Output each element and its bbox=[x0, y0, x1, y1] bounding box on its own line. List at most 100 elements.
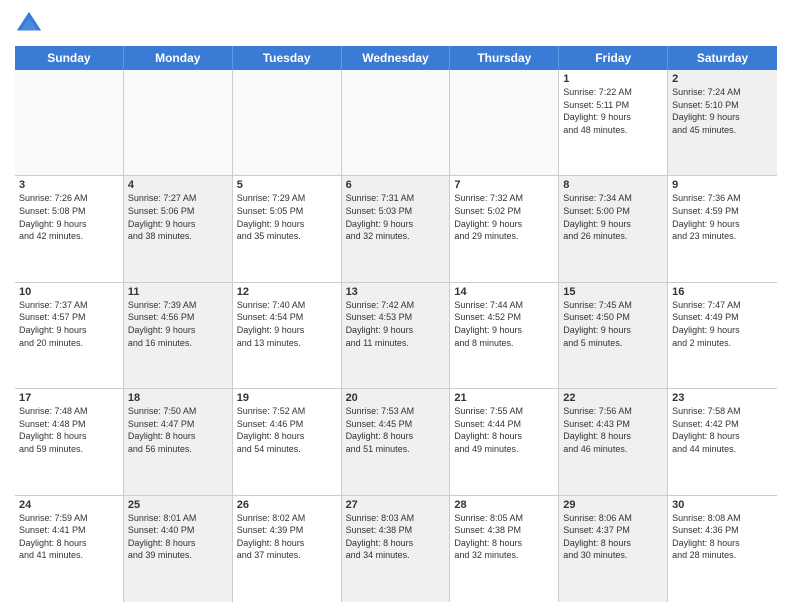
cal-cell-1-1: 4Sunrise: 7:27 AM Sunset: 5:06 PM Daylig… bbox=[124, 176, 233, 281]
day-number: 13 bbox=[346, 286, 446, 298]
day-info: Sunrise: 7:42 AM Sunset: 4:53 PM Dayligh… bbox=[346, 299, 446, 349]
day-info: Sunrise: 7:45 AM Sunset: 4:50 PM Dayligh… bbox=[563, 299, 663, 349]
header-day-tuesday: Tuesday bbox=[233, 46, 342, 70]
day-number: 10 bbox=[19, 286, 119, 298]
day-info: Sunrise: 7:27 AM Sunset: 5:06 PM Dayligh… bbox=[128, 192, 228, 242]
cal-cell-0-2 bbox=[233, 70, 342, 175]
cal-cell-4-1: 25Sunrise: 8:01 AM Sunset: 4:40 PM Dayli… bbox=[124, 496, 233, 602]
day-info: Sunrise: 7:47 AM Sunset: 4:49 PM Dayligh… bbox=[672, 299, 773, 349]
day-info: Sunrise: 7:32 AM Sunset: 5:02 PM Dayligh… bbox=[454, 192, 554, 242]
day-info: Sunrise: 8:03 AM Sunset: 4:38 PM Dayligh… bbox=[346, 512, 446, 562]
cal-cell-3-3: 20Sunrise: 7:53 AM Sunset: 4:45 PM Dayli… bbox=[342, 389, 451, 494]
cal-cell-2-6: 16Sunrise: 7:47 AM Sunset: 4:49 PM Dayli… bbox=[668, 283, 777, 388]
day-info: Sunrise: 7:24 AM Sunset: 5:10 PM Dayligh… bbox=[672, 86, 773, 136]
day-number: 22 bbox=[563, 392, 663, 404]
day-number: 27 bbox=[346, 499, 446, 511]
day-number: 19 bbox=[237, 392, 337, 404]
day-number: 14 bbox=[454, 286, 554, 298]
calendar-body: 1Sunrise: 7:22 AM Sunset: 5:11 PM Daylig… bbox=[15, 70, 777, 602]
cal-cell-0-6: 2Sunrise: 7:24 AM Sunset: 5:10 PM Daylig… bbox=[668, 70, 777, 175]
logo bbox=[15, 10, 47, 38]
day-number: 18 bbox=[128, 392, 228, 404]
day-number: 24 bbox=[19, 499, 119, 511]
day-number: 17 bbox=[19, 392, 119, 404]
cal-cell-1-3: 6Sunrise: 7:31 AM Sunset: 5:03 PM Daylig… bbox=[342, 176, 451, 281]
day-number: 12 bbox=[237, 286, 337, 298]
day-info: Sunrise: 7:52 AM Sunset: 4:46 PM Dayligh… bbox=[237, 405, 337, 455]
week-row-3: 17Sunrise: 7:48 AM Sunset: 4:48 PM Dayli… bbox=[15, 389, 777, 495]
cal-cell-0-3 bbox=[342, 70, 451, 175]
cal-cell-1-4: 7Sunrise: 7:32 AM Sunset: 5:02 PM Daylig… bbox=[450, 176, 559, 281]
day-number: 26 bbox=[237, 499, 337, 511]
day-info: Sunrise: 8:06 AM Sunset: 4:37 PM Dayligh… bbox=[563, 512, 663, 562]
week-row-0: 1Sunrise: 7:22 AM Sunset: 5:11 PM Daylig… bbox=[15, 70, 777, 176]
cal-cell-4-2: 26Sunrise: 8:02 AM Sunset: 4:39 PM Dayli… bbox=[233, 496, 342, 602]
day-number: 9 bbox=[672, 179, 773, 191]
cal-cell-3-5: 22Sunrise: 7:56 AM Sunset: 4:43 PM Dayli… bbox=[559, 389, 668, 494]
day-number: 28 bbox=[454, 499, 554, 511]
header-day-sunday: Sunday bbox=[15, 46, 124, 70]
day-number: 21 bbox=[454, 392, 554, 404]
header-day-wednesday: Wednesday bbox=[342, 46, 451, 70]
cal-cell-1-5: 8Sunrise: 7:34 AM Sunset: 5:00 PM Daylig… bbox=[559, 176, 668, 281]
day-number: 16 bbox=[672, 286, 773, 298]
day-number: 8 bbox=[563, 179, 663, 191]
day-info: Sunrise: 7:40 AM Sunset: 4:54 PM Dayligh… bbox=[237, 299, 337, 349]
day-number: 15 bbox=[563, 286, 663, 298]
cal-cell-3-6: 23Sunrise: 7:58 AM Sunset: 4:42 PM Dayli… bbox=[668, 389, 777, 494]
cal-cell-2-5: 15Sunrise: 7:45 AM Sunset: 4:50 PM Dayli… bbox=[559, 283, 668, 388]
cal-cell-3-1: 18Sunrise: 7:50 AM Sunset: 4:47 PM Dayli… bbox=[124, 389, 233, 494]
cal-cell-1-6: 9Sunrise: 7:36 AM Sunset: 4:59 PM Daylig… bbox=[668, 176, 777, 281]
cal-cell-4-4: 28Sunrise: 8:05 AM Sunset: 4:38 PM Dayli… bbox=[450, 496, 559, 602]
header-day-saturday: Saturday bbox=[668, 46, 777, 70]
day-number: 25 bbox=[128, 499, 228, 511]
day-number: 4 bbox=[128, 179, 228, 191]
cal-cell-4-6: 30Sunrise: 8:08 AM Sunset: 4:36 PM Dayli… bbox=[668, 496, 777, 602]
day-info: Sunrise: 7:53 AM Sunset: 4:45 PM Dayligh… bbox=[346, 405, 446, 455]
cal-cell-4-3: 27Sunrise: 8:03 AM Sunset: 4:38 PM Dayli… bbox=[342, 496, 451, 602]
cal-cell-1-0: 3Sunrise: 7:26 AM Sunset: 5:08 PM Daylig… bbox=[15, 176, 124, 281]
day-info: Sunrise: 7:58 AM Sunset: 4:42 PM Dayligh… bbox=[672, 405, 773, 455]
day-number: 2 bbox=[672, 73, 773, 85]
cal-cell-2-0: 10Sunrise: 7:37 AM Sunset: 4:57 PM Dayli… bbox=[15, 283, 124, 388]
header-day-friday: Friday bbox=[559, 46, 668, 70]
cal-cell-3-2: 19Sunrise: 7:52 AM Sunset: 4:46 PM Dayli… bbox=[233, 389, 342, 494]
calendar: SundayMondayTuesdayWednesdayThursdayFrid… bbox=[15, 46, 777, 602]
day-number: 7 bbox=[454, 179, 554, 191]
day-info: Sunrise: 7:34 AM Sunset: 5:00 PM Dayligh… bbox=[563, 192, 663, 242]
cal-cell-2-3: 13Sunrise: 7:42 AM Sunset: 4:53 PM Dayli… bbox=[342, 283, 451, 388]
day-info: Sunrise: 7:37 AM Sunset: 4:57 PM Dayligh… bbox=[19, 299, 119, 349]
logo-icon bbox=[15, 10, 43, 38]
cal-cell-3-0: 17Sunrise: 7:48 AM Sunset: 4:48 PM Dayli… bbox=[15, 389, 124, 494]
day-info: Sunrise: 7:50 AM Sunset: 4:47 PM Dayligh… bbox=[128, 405, 228, 455]
day-info: Sunrise: 7:48 AM Sunset: 4:48 PM Dayligh… bbox=[19, 405, 119, 455]
day-number: 6 bbox=[346, 179, 446, 191]
cal-cell-0-5: 1Sunrise: 7:22 AM Sunset: 5:11 PM Daylig… bbox=[559, 70, 668, 175]
page: SundayMondayTuesdayWednesdayThursdayFrid… bbox=[0, 0, 792, 612]
day-info: Sunrise: 8:01 AM Sunset: 4:40 PM Dayligh… bbox=[128, 512, 228, 562]
cal-cell-1-2: 5Sunrise: 7:29 AM Sunset: 5:05 PM Daylig… bbox=[233, 176, 342, 281]
day-info: Sunrise: 8:05 AM Sunset: 4:38 PM Dayligh… bbox=[454, 512, 554, 562]
cal-cell-2-4: 14Sunrise: 7:44 AM Sunset: 4:52 PM Dayli… bbox=[450, 283, 559, 388]
header bbox=[15, 10, 777, 38]
cal-cell-0-4 bbox=[450, 70, 559, 175]
cal-cell-0-0 bbox=[15, 70, 124, 175]
day-info: Sunrise: 7:39 AM Sunset: 4:56 PM Dayligh… bbox=[128, 299, 228, 349]
week-row-1: 3Sunrise: 7:26 AM Sunset: 5:08 PM Daylig… bbox=[15, 176, 777, 282]
day-number: 5 bbox=[237, 179, 337, 191]
day-info: Sunrise: 7:22 AM Sunset: 5:11 PM Dayligh… bbox=[563, 86, 663, 136]
day-info: Sunrise: 7:55 AM Sunset: 4:44 PM Dayligh… bbox=[454, 405, 554, 455]
day-info: Sunrise: 8:02 AM Sunset: 4:39 PM Dayligh… bbox=[237, 512, 337, 562]
day-number: 1 bbox=[563, 73, 663, 85]
cal-cell-4-5: 29Sunrise: 8:06 AM Sunset: 4:37 PM Dayli… bbox=[559, 496, 668, 602]
day-number: 29 bbox=[563, 499, 663, 511]
day-info: Sunrise: 7:29 AM Sunset: 5:05 PM Dayligh… bbox=[237, 192, 337, 242]
cal-cell-0-1 bbox=[124, 70, 233, 175]
day-info: Sunrise: 7:26 AM Sunset: 5:08 PM Dayligh… bbox=[19, 192, 119, 242]
day-info: Sunrise: 7:59 AM Sunset: 4:41 PM Dayligh… bbox=[19, 512, 119, 562]
cal-cell-3-4: 21Sunrise: 7:55 AM Sunset: 4:44 PM Dayli… bbox=[450, 389, 559, 494]
day-info: Sunrise: 7:44 AM Sunset: 4:52 PM Dayligh… bbox=[454, 299, 554, 349]
day-number: 30 bbox=[672, 499, 773, 511]
day-number: 3 bbox=[19, 179, 119, 191]
day-number: 20 bbox=[346, 392, 446, 404]
